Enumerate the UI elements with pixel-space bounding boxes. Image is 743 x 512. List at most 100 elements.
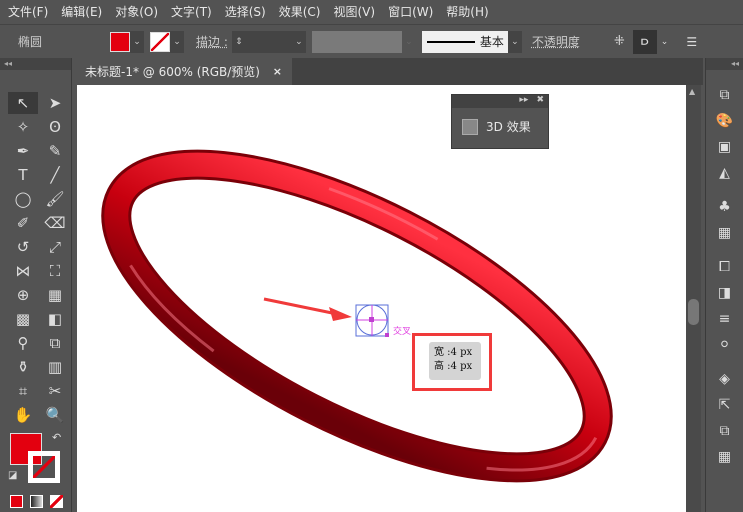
gradient-panel-icon[interactable]: ◨ [706,282,743,304]
layers-icon[interactable]: ◈ [706,368,743,390]
column-graph-tool-icon[interactable]: ▥ [40,356,70,378]
collapse-left-icon[interactable]: ◂◂ [0,58,71,70]
highlight-box: 宽 :4 px 高 :4 px [412,333,492,391]
color-mode-icon[interactable] [10,495,23,508]
tab-document[interactable]: 未标题-1* @ 600% (RGB/预览) × [77,58,292,85]
stroke-panel-icon[interactable]: ≡ [706,308,743,330]
free-transform-tool-icon[interactable]: ⛶ [40,260,70,282]
pen-tool-icon[interactable]: ✒ [8,140,38,162]
artboard-canvas[interactable]: 交叉 [77,85,686,512]
3d-effect-item[interactable]: 3D 效果 [452,108,548,135]
fill-dropdown[interactable]: ⌄ [130,30,144,53]
gradient-tool-icon[interactable]: ◧ [40,308,70,330]
size-tooltip: 宽 :4 px 高 :4 px [429,342,481,380]
brush-dropdown[interactable]: ⌄ [507,30,522,53]
panel-expand-icon[interactable]: ▸▸ [519,95,528,108]
shaper-tool-icon[interactable]: ✐ [8,212,38,234]
brush-definition[interactable]: 基本 [421,30,508,53]
swatches-icon[interactable]: ▦ [706,222,743,244]
eraser-tool-icon[interactable]: ⌫ [40,212,70,234]
paintbrush-tool-icon[interactable]: 🖌 [40,188,70,210]
artboard-tool-icon[interactable]: ⌗ [8,380,38,402]
stroke-swatch[interactable] [150,31,170,52]
menu-list-icon[interactable]: ☰ [686,35,697,49]
stroke-stepper[interactable]: ⇕ [231,30,246,53]
width-readout: 宽 :4 px [434,347,473,358]
width-tool-icon[interactable]: ⋈ [8,260,38,282]
stroke-color-swatch[interactable] [28,451,60,483]
stroke-label[interactable]: 描边 : [196,33,228,50]
menu-window[interactable]: 窗口(W) [388,3,433,20]
lasso-tool-icon[interactable]: ʘ [40,116,70,138]
symbol-sprayer-tool-icon[interactable]: ⚱ [8,356,38,378]
red-ring[interactable] [77,100,644,512]
red-arrow [263,297,352,321]
menu-bar: 文件(F) 编辑(E) 对象(O) 文字(T) 选择(S) 效果(C) 视图(V… [0,0,743,22]
gradient-mode-icon[interactable] [30,495,43,508]
libraries-icon[interactable]: ▣ [706,136,743,158]
stroke-dropdown[interactable]: ⌄ [170,30,184,53]
menu-edit[interactable]: 编辑(E) [61,3,102,20]
blend-tool-icon[interactable]: ⧉ [40,332,70,354]
vertical-scrollbar[interactable]: ▲ [686,85,701,512]
variable-width-profile[interactable] [311,30,402,53]
swap-colors-icon[interactable]: ↶ [52,431,61,444]
transform-icon[interactable]: ⫐ [632,29,657,54]
hand-tool-icon[interactable]: ✋ [8,404,38,426]
type-tool-icon[interactable]: T [8,164,38,186]
export-icon[interactable]: ⇱ [706,394,743,416]
tools-panel: ◂◂ ↖ ➤ ✧ ʘ ✒ ✎ T ╱ ◯ 🖌 ✐ ⌫ ↺ ⤢ ⋈ ⛶ ⊕ ▦ ▩… [0,58,72,512]
curvature-tool-icon[interactable]: ✎ [40,140,70,162]
ellipse-cursor-icon [355,304,389,337]
symbols-icon[interactable]: ♣ [706,196,743,218]
eyedropper-tool-icon[interactable]: ⚲ [8,332,38,354]
profile-dropdown[interactable]: ⌄ [402,31,416,53]
fill-swatch[interactable] [110,31,130,52]
selection-tool-icon[interactable]: ↖ [8,92,38,114]
align-grid-icon[interactable]: ⁜ [614,34,625,49]
panel-close-icon[interactable]: ✖ [536,95,544,108]
smart-guide-label: 交叉 [393,327,412,337]
menu-object[interactable]: 对象(O) [115,3,158,20]
height-readout: 高 :4 px [434,361,473,372]
3d-effect-label: 3D 效果 [486,120,531,134]
ellipse-tool-icon[interactable]: ◯ [8,188,38,210]
color-palette-icon[interactable]: 🎨 [706,110,743,132]
none-mode-icon[interactable] [50,495,63,508]
scale-tool-icon[interactable]: ⤢ [40,236,70,258]
perspective-grid-tool-icon[interactable]: ▦ [40,284,70,306]
menu-view[interactable]: 视图(V) [333,3,375,20]
properties-icon[interactable]: ⧉ [706,84,743,106]
collapse-right-icon[interactable]: ◂◂ [706,58,743,70]
magic-wand-tool-icon[interactable]: ✧ [8,116,38,138]
transparency-panel-icon[interactable]: ⚪ [706,334,743,356]
transform-panel-icon[interactable]: ⧠ [706,256,743,278]
rotate-tool-icon[interactable]: ↺ [8,236,38,258]
menu-effect[interactable]: 效果(C) [279,3,321,20]
scroll-up-icon[interactable]: ▲ [689,87,695,96]
slice-tool-icon[interactable]: ✂ [40,380,70,402]
menu-file[interactable]: 文件(F) [8,3,48,20]
3d-effect-panel: ▸▸ ✖ 3D 效果 [451,94,549,149]
asset-export-icon[interactable]: ▦ [706,446,743,468]
right-panel-dock: ◂◂ ⧉ 🎨 ▣ ◭ ♣ ▦ ⧠ ◨ ≡ ⚪ ◈ ⇱ ⧉ ▦ [705,58,743,512]
mesh-tool-icon[interactable]: ▩ [8,308,38,330]
menu-type[interactable]: 文字(T) [171,3,212,20]
transform-dropdown[interactable]: ⌄ [661,37,669,47]
color-guide-icon[interactable]: ◭ [706,162,743,184]
stroke-weight-input[interactable] [245,30,292,53]
direct-selection-tool-icon[interactable]: ➤ [40,92,70,114]
artboards-icon[interactable]: ⧉ [706,420,743,442]
zoom-tool-icon[interactable]: 🔍 [40,404,70,426]
shape-builder-tool-icon[interactable]: ⊕ [8,284,38,306]
scroll-thumb[interactable] [688,299,699,325]
stroke-weight-dropdown[interactable]: ⌄ [291,30,306,53]
opacity-label[interactable]: 不透明度 [532,33,580,50]
line-tool-icon[interactable]: ╱ [40,164,70,186]
3d-effect-icon [462,118,478,135]
line-style-label: 基本 [479,35,504,49]
tab-close-icon[interactable]: × [273,65,282,78]
menu-help[interactable]: 帮助(H) [446,3,488,20]
menu-select[interactable]: 选择(S) [225,3,266,20]
default-colors-icon[interactable]: ◪ [8,470,17,481]
